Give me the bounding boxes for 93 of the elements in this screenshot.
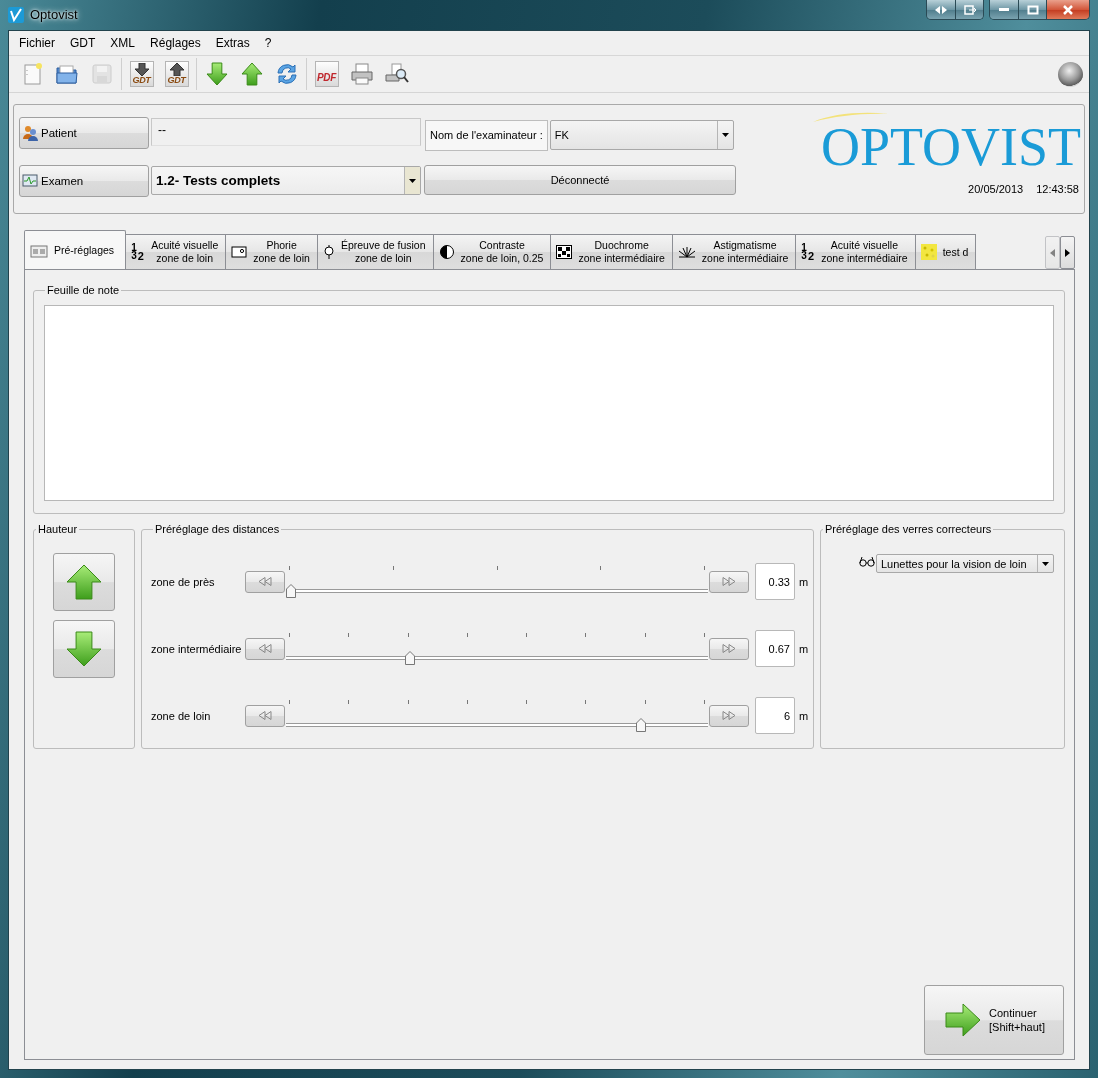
checker-icon <box>556 245 573 259</box>
value-field[interactable]: 6 <box>755 697 795 734</box>
examiner-label: Nom de l'examinateur : <box>425 119 548 151</box>
row-label: zone de loin <box>151 709 212 722</box>
right-arrow-icon <box>1065 248 1070 257</box>
value-field[interactable]: 0.67 <box>755 630 795 667</box>
maximize-button[interactable] <box>1018 0 1046 19</box>
unit-label: m <box>799 575 810 588</box>
snap-button[interactable] <box>927 0 955 19</box>
maximize-icon <box>1026 4 1039 15</box>
tab[interactable]: Épreuve de fusion zone de loin <box>317 234 434 269</box>
window-icon <box>30 243 48 258</box>
arrows-icon <box>935 4 947 15</box>
arrow-down-icon <box>66 631 102 667</box>
circle-line-icon <box>322 244 335 260</box>
connection-button[interactable]: Déconnecté <box>424 165 736 195</box>
unit-label: m <box>799 709 810 722</box>
examiner-dropdown[interactable]: FK <box>549 120 734 150</box>
arrow-right-icon <box>945 1003 981 1037</box>
rewind-icon <box>258 577 272 586</box>
app-icon <box>8 7 24 23</box>
printer-icon <box>349 62 374 86</box>
date: 20/05/2013 <box>968 183 1024 195</box>
up-button[interactable] <box>53 553 115 611</box>
rewind-icon <box>258 711 272 720</box>
unit-label: m <box>799 642 810 655</box>
dotted-square-icon <box>920 244 937 260</box>
half-circle-icon <box>438 244 455 260</box>
group-title: Feuille de note <box>46 284 121 296</box>
caret-icon <box>721 132 730 138</box>
refresh-icon <box>274 62 299 86</box>
fast-forward-button[interactable] <box>709 570 749 593</box>
window-title: Optovist <box>30 7 79 22</box>
menu-item[interactable]: GDT <box>63 34 103 52</box>
tab[interactable]: Duochrome zone intermédiaire <box>551 234 673 269</box>
monitor-icon <box>22 173 38 189</box>
notes-field[interactable] <box>44 305 1054 501</box>
folder-icon <box>54 62 79 86</box>
glasses-icon <box>859 554 875 568</box>
patient-button[interactable]: Patient <box>19 117 149 149</box>
close-button[interactable] <box>1046 0 1089 19</box>
group-title: Préréglage des verres correcteurs <box>824 523 993 535</box>
slider-thumb[interactable] <box>636 717 647 732</box>
minimize-icon <box>999 8 1009 11</box>
exit-button[interactable] <box>955 0 983 19</box>
slider-thumb[interactable] <box>286 583 296 598</box>
arrow-down-icon <box>205 62 228 86</box>
menu-item[interactable]: Fichier <box>12 34 62 52</box>
exam-button[interactable]: Examen <box>19 165 149 197</box>
tab[interactable]: Contraste zone de loin, 0.25 <box>433 234 552 269</box>
arrow-down-icon <box>133 63 150 76</box>
rewind-button[interactable] <box>245 570 285 593</box>
minimize-button[interactable] <box>990 0 1018 19</box>
close-icon <box>1062 4 1074 15</box>
caret-icon <box>408 177 417 184</box>
row-label: zone intermédiaire <box>151 642 243 655</box>
arrow-up-icon <box>66 564 102 600</box>
caret-icon <box>1041 560 1050 567</box>
logo: OPTOVIST <box>820 123 1081 171</box>
tab[interactable]: Pré-réglages <box>24 230 127 269</box>
fast-forward-button[interactable] <box>709 637 749 660</box>
left-arrow-icon <box>1050 248 1055 257</box>
group-title: Hauteur <box>37 523 79 535</box>
patient-field[interactable]: -- <box>151 118 421 146</box>
menu-item[interactable]: Extras <box>208 34 257 52</box>
arrow-up-icon <box>168 63 185 76</box>
menu-item[interactable]: XML <box>103 34 143 52</box>
people-icon <box>22 125 38 141</box>
fast-forward-icon <box>722 711 736 720</box>
fast-forward-icon <box>722 644 736 653</box>
exam-dropdown[interactable]: 1.2- Tests complets <box>151 166 421 195</box>
exit-icon <box>963 4 976 15</box>
value-field[interactable]: 0.33 <box>755 563 795 600</box>
tab[interactable]: test d <box>915 234 977 269</box>
tab[interactable]: Phorie zone de loin <box>226 234 318 269</box>
fan-lines-icon <box>677 246 696 258</box>
rewind-icon <box>258 644 272 653</box>
scroll-right-button[interactable] <box>1060 236 1075 269</box>
arrow-up-icon <box>240 62 263 86</box>
time: 12:43:58 <box>1036 183 1079 195</box>
continue-button[interactable]: Continuer [Shift+haut] <box>924 985 1064 1055</box>
rewind-button[interactable] <box>245 704 285 727</box>
rewind-button[interactable] <box>245 637 285 660</box>
row-label: zone de près <box>151 575 216 588</box>
fast-forward-button[interactable] <box>709 704 749 727</box>
group-title: Préréglage des distances <box>154 523 281 535</box>
menu-item[interactable]: Réglages <box>143 34 208 52</box>
fast-forward-icon <box>722 577 736 586</box>
slider-thumb[interactable] <box>405 650 416 665</box>
menu-item[interactable]: ? <box>257 34 279 52</box>
lenses-dropdown[interactable]: Lunettes pour la vision de loin <box>876 554 1054 573</box>
tab[interactable]: Astigmatisme zone intermédiaire <box>672 234 797 269</box>
down-button[interactable] <box>53 620 115 678</box>
